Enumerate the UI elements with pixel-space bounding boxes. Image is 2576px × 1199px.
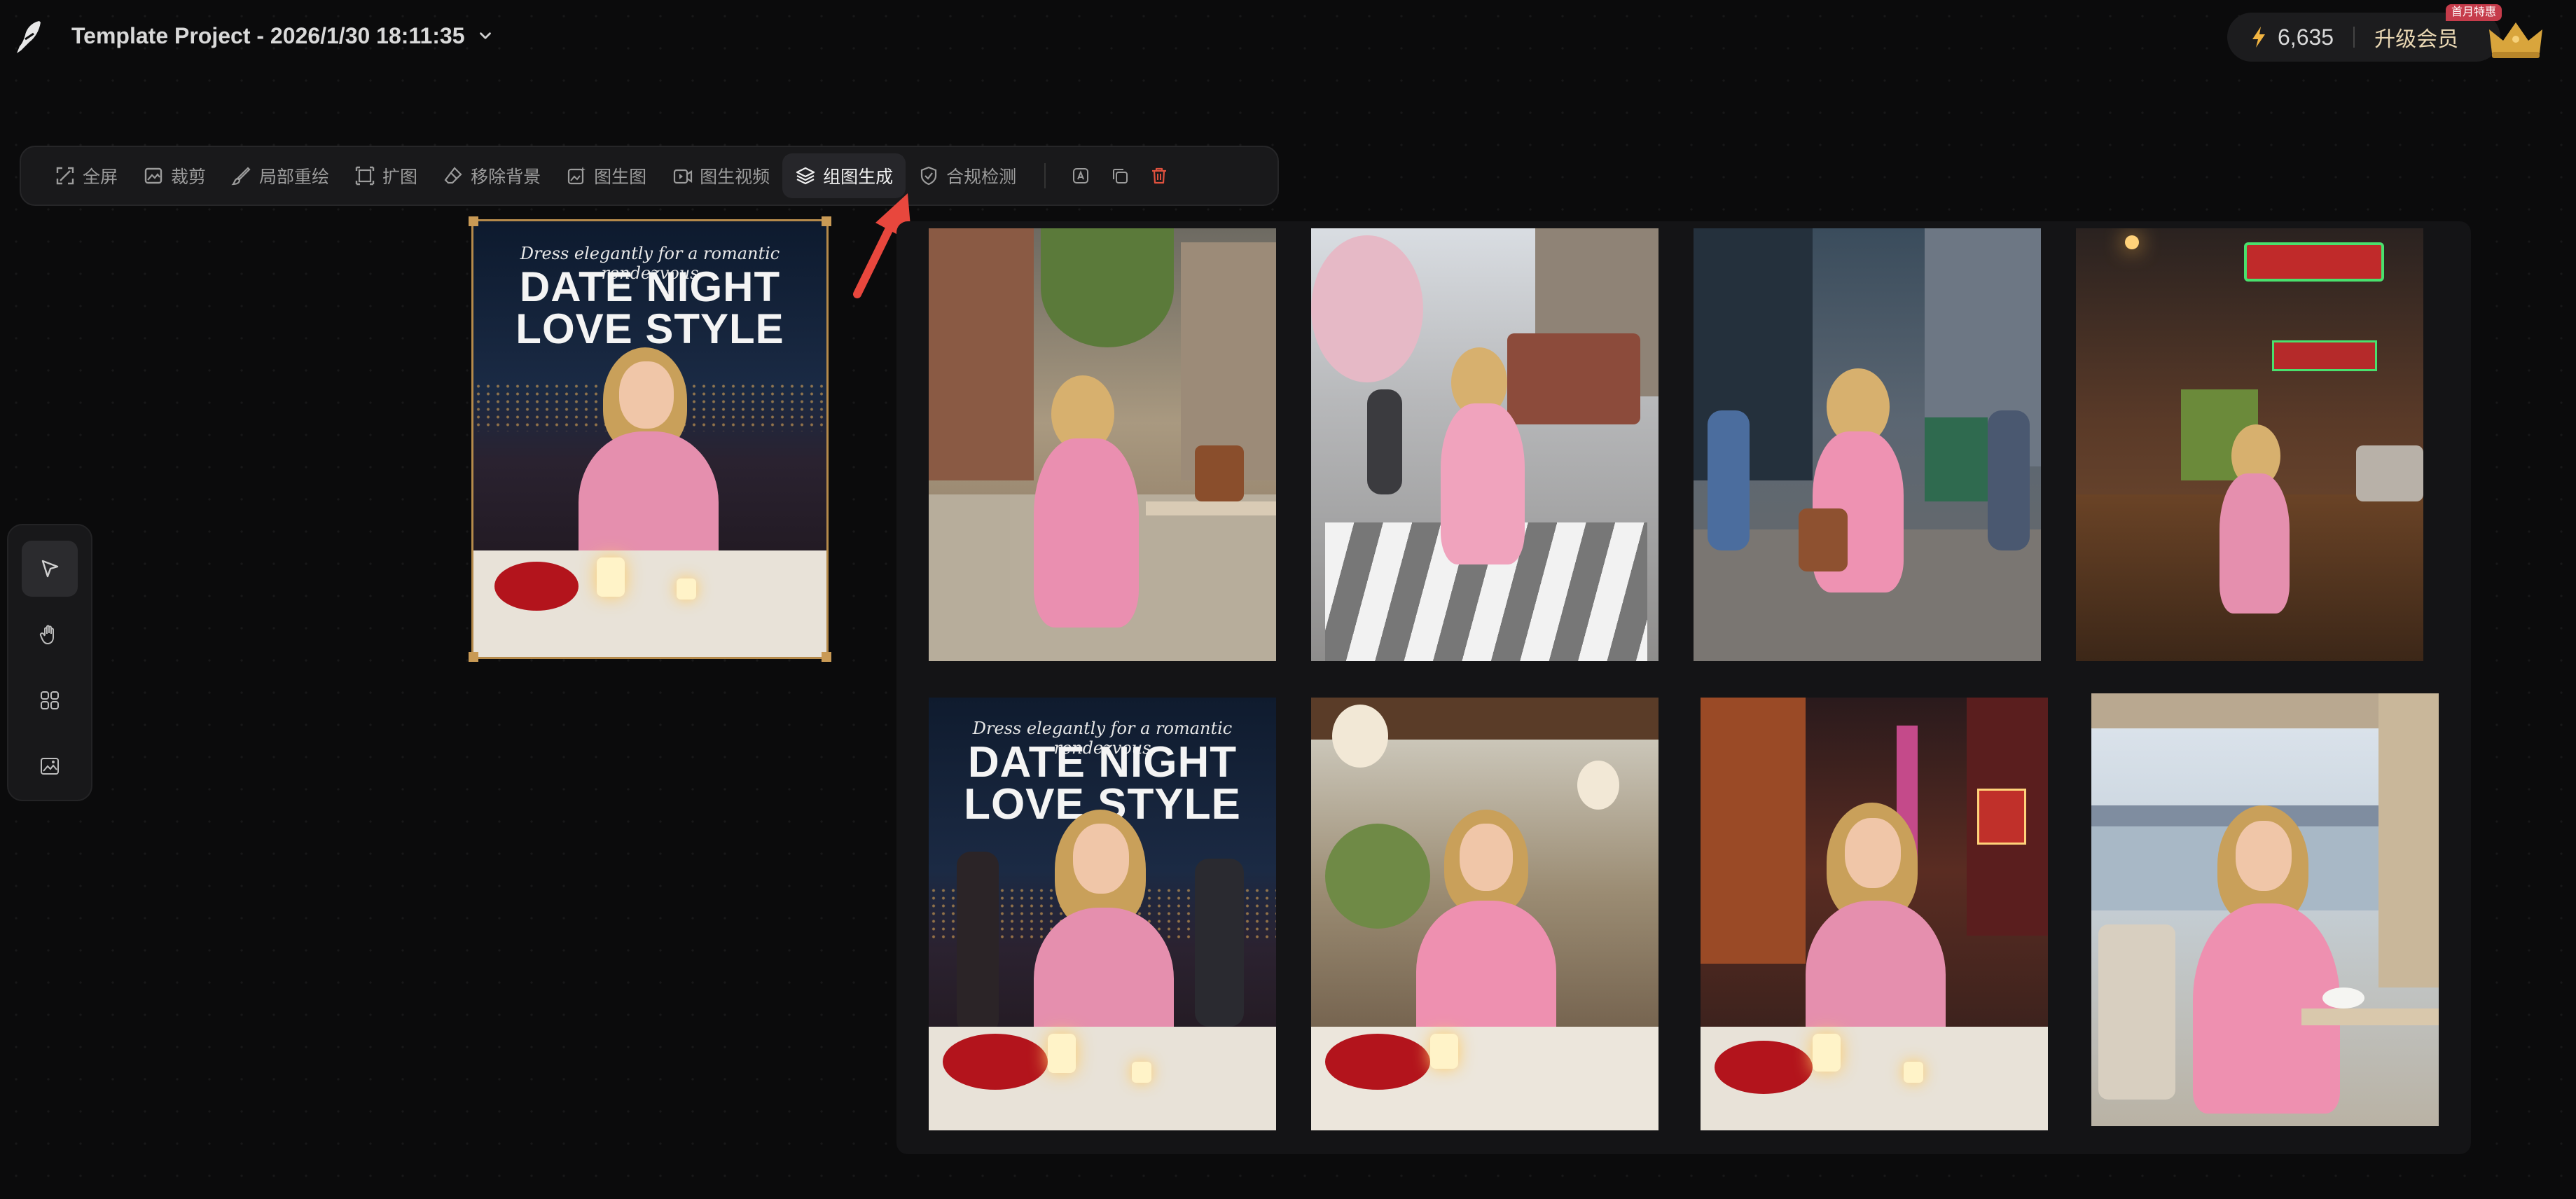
credits-count: 6,635 [2278, 24, 2334, 50]
generated-image-8[interactable] [2091, 693, 2439, 1126]
fullscreen-button[interactable]: 全屏 [42, 153, 130, 198]
text-icon [1073, 168, 1089, 183]
generated-image-7[interactable] [1701, 698, 2048, 1130]
image-to-image-button[interactable]: 图生图 [553, 153, 659, 198]
lightning-icon [2252, 27, 2265, 48]
selection-handle[interactable] [822, 216, 831, 226]
layers-icon [796, 167, 815, 185]
crown-icon [2489, 22, 2542, 58]
project-title-dropdown[interactable]: Template Project - 2026/1/30 18:11:35 [71, 20, 494, 52]
poster-title-line1: DATE NIGHT [519, 263, 781, 310]
image-to-image-icon [567, 167, 586, 185]
fullscreen-icon [56, 167, 74, 185]
expand-icon [355, 166, 375, 186]
eraser-icon [444, 167, 462, 184]
shield-icon [921, 166, 937, 186]
add-text-button[interactable] [1061, 156, 1100, 195]
select-tool-button[interactable] [22, 541, 78, 597]
image-to-video-button[interactable]: 图生视频 [659, 153, 782, 198]
crop-icon [144, 167, 162, 184]
delete-button[interactable] [1140, 156, 1179, 195]
source-image-selected[interactable]: Dress elegantly for a romantic rendezvou… [471, 219, 829, 659]
image-library-button[interactable] [22, 738, 78, 794]
inpaint-button[interactable]: 局部重绘 [219, 153, 342, 198]
brush-icon [231, 167, 251, 186]
toolbar-divider [1044, 163, 1046, 188]
canvas-tools-panel [7, 524, 92, 801]
generated-image-2[interactable] [1311, 228, 1659, 661]
generated-image-6[interactable] [1311, 698, 1659, 1130]
generated-image-4[interactable] [2076, 228, 2423, 661]
hand-tool-button[interactable] [22, 607, 78, 663]
project-title: Template Project - 2026/1/30 18:11:35 [71, 22, 465, 48]
selection-handle[interactable] [822, 652, 831, 662]
duplicate-button[interactable] [1100, 156, 1140, 195]
crop-button[interactable]: 裁剪 [130, 153, 219, 198]
duplicate-icon [1113, 169, 1128, 183]
selection-handle[interactable] [469, 652, 478, 662]
poster-title-line1: DATE NIGHT [967, 738, 1238, 786]
trash-icon [1152, 167, 1167, 184]
remove-background-button[interactable]: 移除背景 [430, 153, 553, 198]
apps-button[interactable] [22, 672, 78, 728]
generated-image-1[interactable] [929, 228, 1276, 661]
image-icon [41, 758, 59, 775]
divider [2353, 27, 2355, 48]
generated-image-3[interactable] [1694, 228, 2041, 661]
generated-image-5[interactable]: Dress elegantly for a romantic rendezvou… [929, 698, 1276, 1130]
image-toolbar: 全屏 裁剪 局部重绘 扩图 移除背景 图生图 图生视频 组图生成 合规检测 [20, 146, 1279, 206]
image-to-video-icon [673, 169, 693, 184]
expand-button[interactable]: 扩图 [342, 153, 430, 198]
upgrade-member-button[interactable]: 升级会员 [2374, 22, 2458, 53]
hand-icon [39, 625, 54, 644]
selection-handle[interactable] [469, 216, 478, 226]
poster-title-line2: LOVE STYLE [515, 305, 784, 352]
apps-grid-icon [41, 691, 59, 709]
select-arrow-icon [41, 560, 59, 578]
chevron-down-icon [479, 32, 491, 39]
app-logo-icon [17, 21, 41, 53]
